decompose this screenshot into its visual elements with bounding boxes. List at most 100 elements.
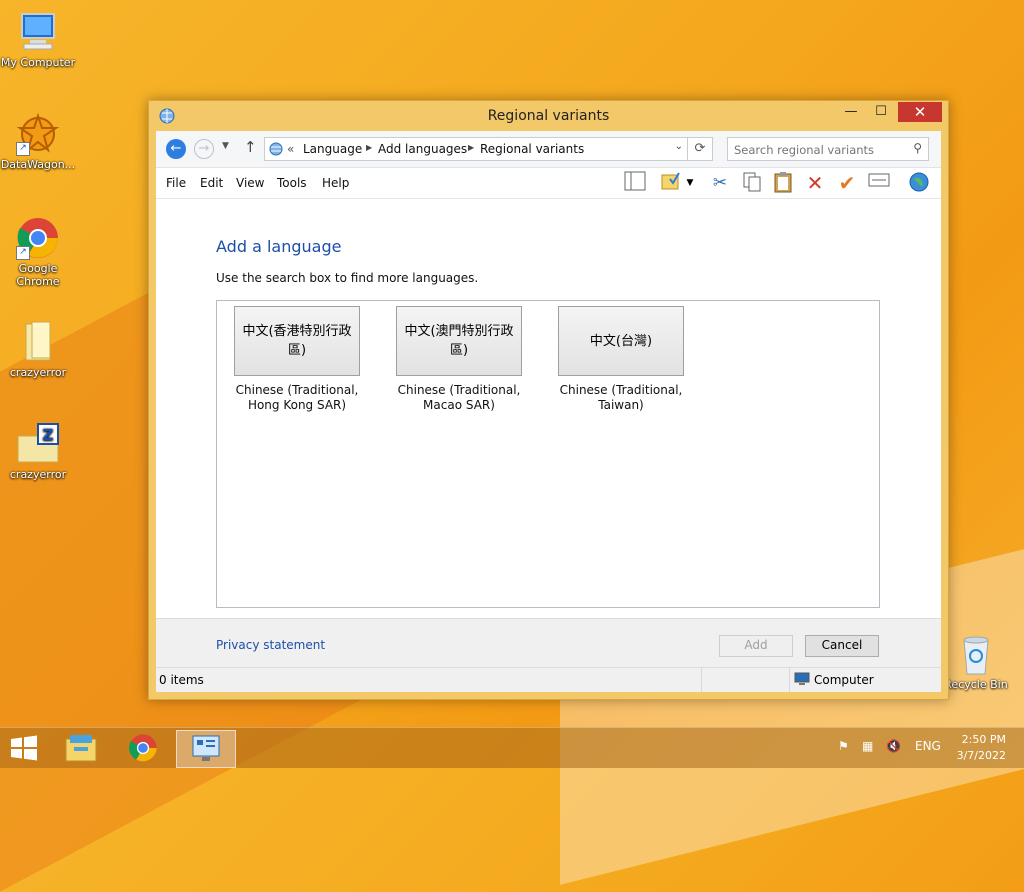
datawagon-icon: ↗	[16, 112, 60, 156]
menu-help[interactable]: Help	[322, 176, 349, 190]
start-icon	[11, 735, 37, 761]
recent-locations-dropdown[interactable]: ▼	[222, 141, 229, 151]
paste-icon[interactable]	[770, 171, 796, 195]
delete-icon[interactable]: ✕	[802, 171, 828, 195]
properties-icon[interactable]	[866, 171, 892, 195]
address-overflow[interactable]: «	[287, 142, 294, 156]
maximize-button[interactable]: ☐	[866, 102, 896, 122]
breadcrumb-add-languages[interactable]: Add languages	[378, 142, 467, 156]
breadcrumb-regional-variants[interactable]: Regional variants	[480, 142, 584, 156]
search-box[interactable]: ⚲	[727, 137, 929, 161]
dropdown-icon[interactable]: ▼	[683, 171, 697, 195]
menu-tools[interactable]: Tools	[277, 176, 307, 190]
chevron-right-icon[interactable]: ▶	[468, 143, 474, 152]
page-heading: Add a language	[216, 237, 342, 256]
language-native-name[interactable]: 中文(台灣)	[558, 306, 684, 376]
recycle-bin-icon	[954, 632, 998, 676]
input-language[interactable]: ENG	[915, 739, 941, 753]
refresh-button[interactable]: ⟳	[688, 137, 713, 161]
copy-icon[interactable]	[739, 171, 765, 195]
control-panel-icon	[192, 735, 220, 761]
computer-icon	[794, 672, 810, 686]
network-icon[interactable]: ▦	[862, 739, 873, 753]
language-english-name: Chinese (Traditional, Macao SAR)	[397, 383, 521, 412]
globe-icon[interactable]	[906, 171, 932, 195]
add-button[interactable]: Add	[719, 635, 793, 657]
chevron-down-icon[interactable]: ⌄	[675, 141, 683, 152]
status-divider	[701, 668, 702, 692]
desktop-icon-label: DataWagon...	[0, 158, 76, 171]
language-tile-macao[interactable]: 中文(澳門特別行政區) Chinese (Traditional, Macao …	[385, 306, 533, 413]
chrome-icon	[129, 734, 157, 762]
menu-bar: File Edit View Tools Help ▼ ✂ ✕ ✔	[156, 168, 941, 199]
svg-text:Z: Z	[43, 426, 54, 444]
menu-edit[interactable]: Edit	[200, 176, 223, 190]
zip-icon: Z	[16, 422, 60, 466]
desktop-icon-my-computer[interactable]: My Computer	[0, 10, 76, 69]
taskbar-control-panel[interactable]	[176, 730, 236, 768]
taskbar-file-explorer[interactable]	[52, 730, 110, 766]
desktop-icon-crazyerror-folder[interactable]: crazyerror	[0, 320, 76, 379]
dialog-footer: Privacy statement Add Cancel	[156, 618, 941, 669]
menu-view[interactable]: View	[236, 176, 264, 190]
search-input[interactable]	[732, 140, 906, 160]
breadcrumb-language[interactable]: Language	[303, 142, 362, 156]
navigation-bar: ← → ▼ ↑ « Language ▶ Add languages ▶ Reg…	[156, 131, 941, 168]
file-explorer-icon	[65, 735, 97, 762]
language-native-name[interactable]: 中文(澳門特別行政區)	[396, 306, 522, 376]
clock-date: 3/7/2022	[956, 749, 1006, 762]
cut-icon[interactable]: ✂	[707, 171, 733, 195]
shortcut-arrow-icon: ↗	[16, 246, 30, 260]
chevron-right-icon[interactable]: ▶	[366, 143, 372, 152]
language-tile-hong-kong[interactable]: 中文(香港特別行政區) Chinese (Traditional, Hong K…	[223, 306, 371, 413]
desktop-icon-datawagon[interactable]: ↗ DataWagon...	[0, 112, 76, 171]
clock[interactable]: 2:50 PM 3/7/2022	[957, 732, 1006, 764]
title-bar[interactable]: Regional variants — ☐ ✕	[149, 101, 948, 131]
language-english-name: Chinese (Traditional, Hong Kong SAR)	[235, 383, 359, 412]
desktop-icon-crazyerror-zip[interactable]: Z crazyerror	[0, 422, 76, 481]
status-divider	[789, 668, 790, 692]
up-button[interactable]: ↑	[244, 138, 257, 156]
folder-icon	[16, 320, 60, 364]
action-center-icon[interactable]: ⚑	[838, 739, 849, 753]
privacy-statement-link[interactable]: Privacy statement	[216, 638, 325, 652]
search-icon[interactable]: ⚲	[913, 141, 922, 155]
menu-file[interactable]: File	[166, 176, 186, 190]
status-bar: 0 items Computer	[156, 667, 941, 692]
folder-check-icon[interactable]	[658, 171, 684, 195]
language-english-name: Chinese (Traditional, Taiwan)	[559, 383, 683, 412]
window-title: Regional variants	[487, 108, 610, 124]
minimize-button[interactable]: —	[836, 102, 866, 122]
window-client-area: ← → ▼ ↑ « Language ▶ Add languages ▶ Reg…	[156, 131, 941, 692]
taskbar-chrome[interactable]	[114, 730, 172, 766]
clock-time: 2:50 PM	[961, 733, 1006, 746]
taskbar: ⚑ ▦ 🔇 ENG 2:50 PM 3/7/2022	[0, 727, 1024, 768]
checkmark-icon[interactable]: ✔	[834, 171, 860, 195]
chrome-icon: ↗	[16, 216, 60, 260]
computer-icon	[16, 10, 60, 54]
volume-muted-icon[interactable]: 🔇	[886, 739, 901, 753]
status-location: Computer	[814, 673, 874, 687]
regional-variants-window: Regional variants — ☐ ✕ ← → ▼ ↑ « Langua…	[148, 100, 949, 700]
desktop-icon-google-chrome[interactable]: ↗ Google Chrome	[0, 216, 76, 288]
back-button[interactable]: ←	[166, 139, 186, 159]
desktop-icon-label: Recycle Bin	[944, 678, 1008, 691]
close-button[interactable]: ✕	[898, 102, 942, 122]
language-native-name[interactable]: 中文(香港特別行政區)	[234, 306, 360, 376]
layout-pane-icon[interactable]	[622, 171, 648, 195]
desktop-icon-label: crazyerror	[9, 468, 67, 481]
desktop-icon-label: Google Chrome	[16, 262, 60, 288]
desktop-icon-recycle-bin[interactable]: Recycle Bin	[938, 632, 1014, 691]
control-panel-icon	[268, 141, 284, 157]
desktop-icon-label: My Computer	[0, 56, 76, 69]
language-tile-taiwan[interactable]: 中文(台灣) Chinese (Traditional, Taiwan)	[547, 306, 695, 413]
language-list: 中文(香港特別行政區) Chinese (Traditional, Hong K…	[216, 300, 880, 608]
shortcut-arrow-icon: ↗	[16, 142, 30, 156]
page-description: Use the search box to find more language…	[216, 271, 479, 285]
desktop-icon-label: crazyerror	[9, 366, 67, 379]
forward-button[interactable]: →	[194, 139, 214, 159]
cancel-button[interactable]: Cancel	[805, 635, 879, 657]
address-bar[interactable]: « Language ▶ Add languages ▶ Regional va…	[264, 137, 688, 161]
start-button[interactable]	[0, 730, 48, 766]
status-item-count: 0 items	[159, 673, 204, 687]
